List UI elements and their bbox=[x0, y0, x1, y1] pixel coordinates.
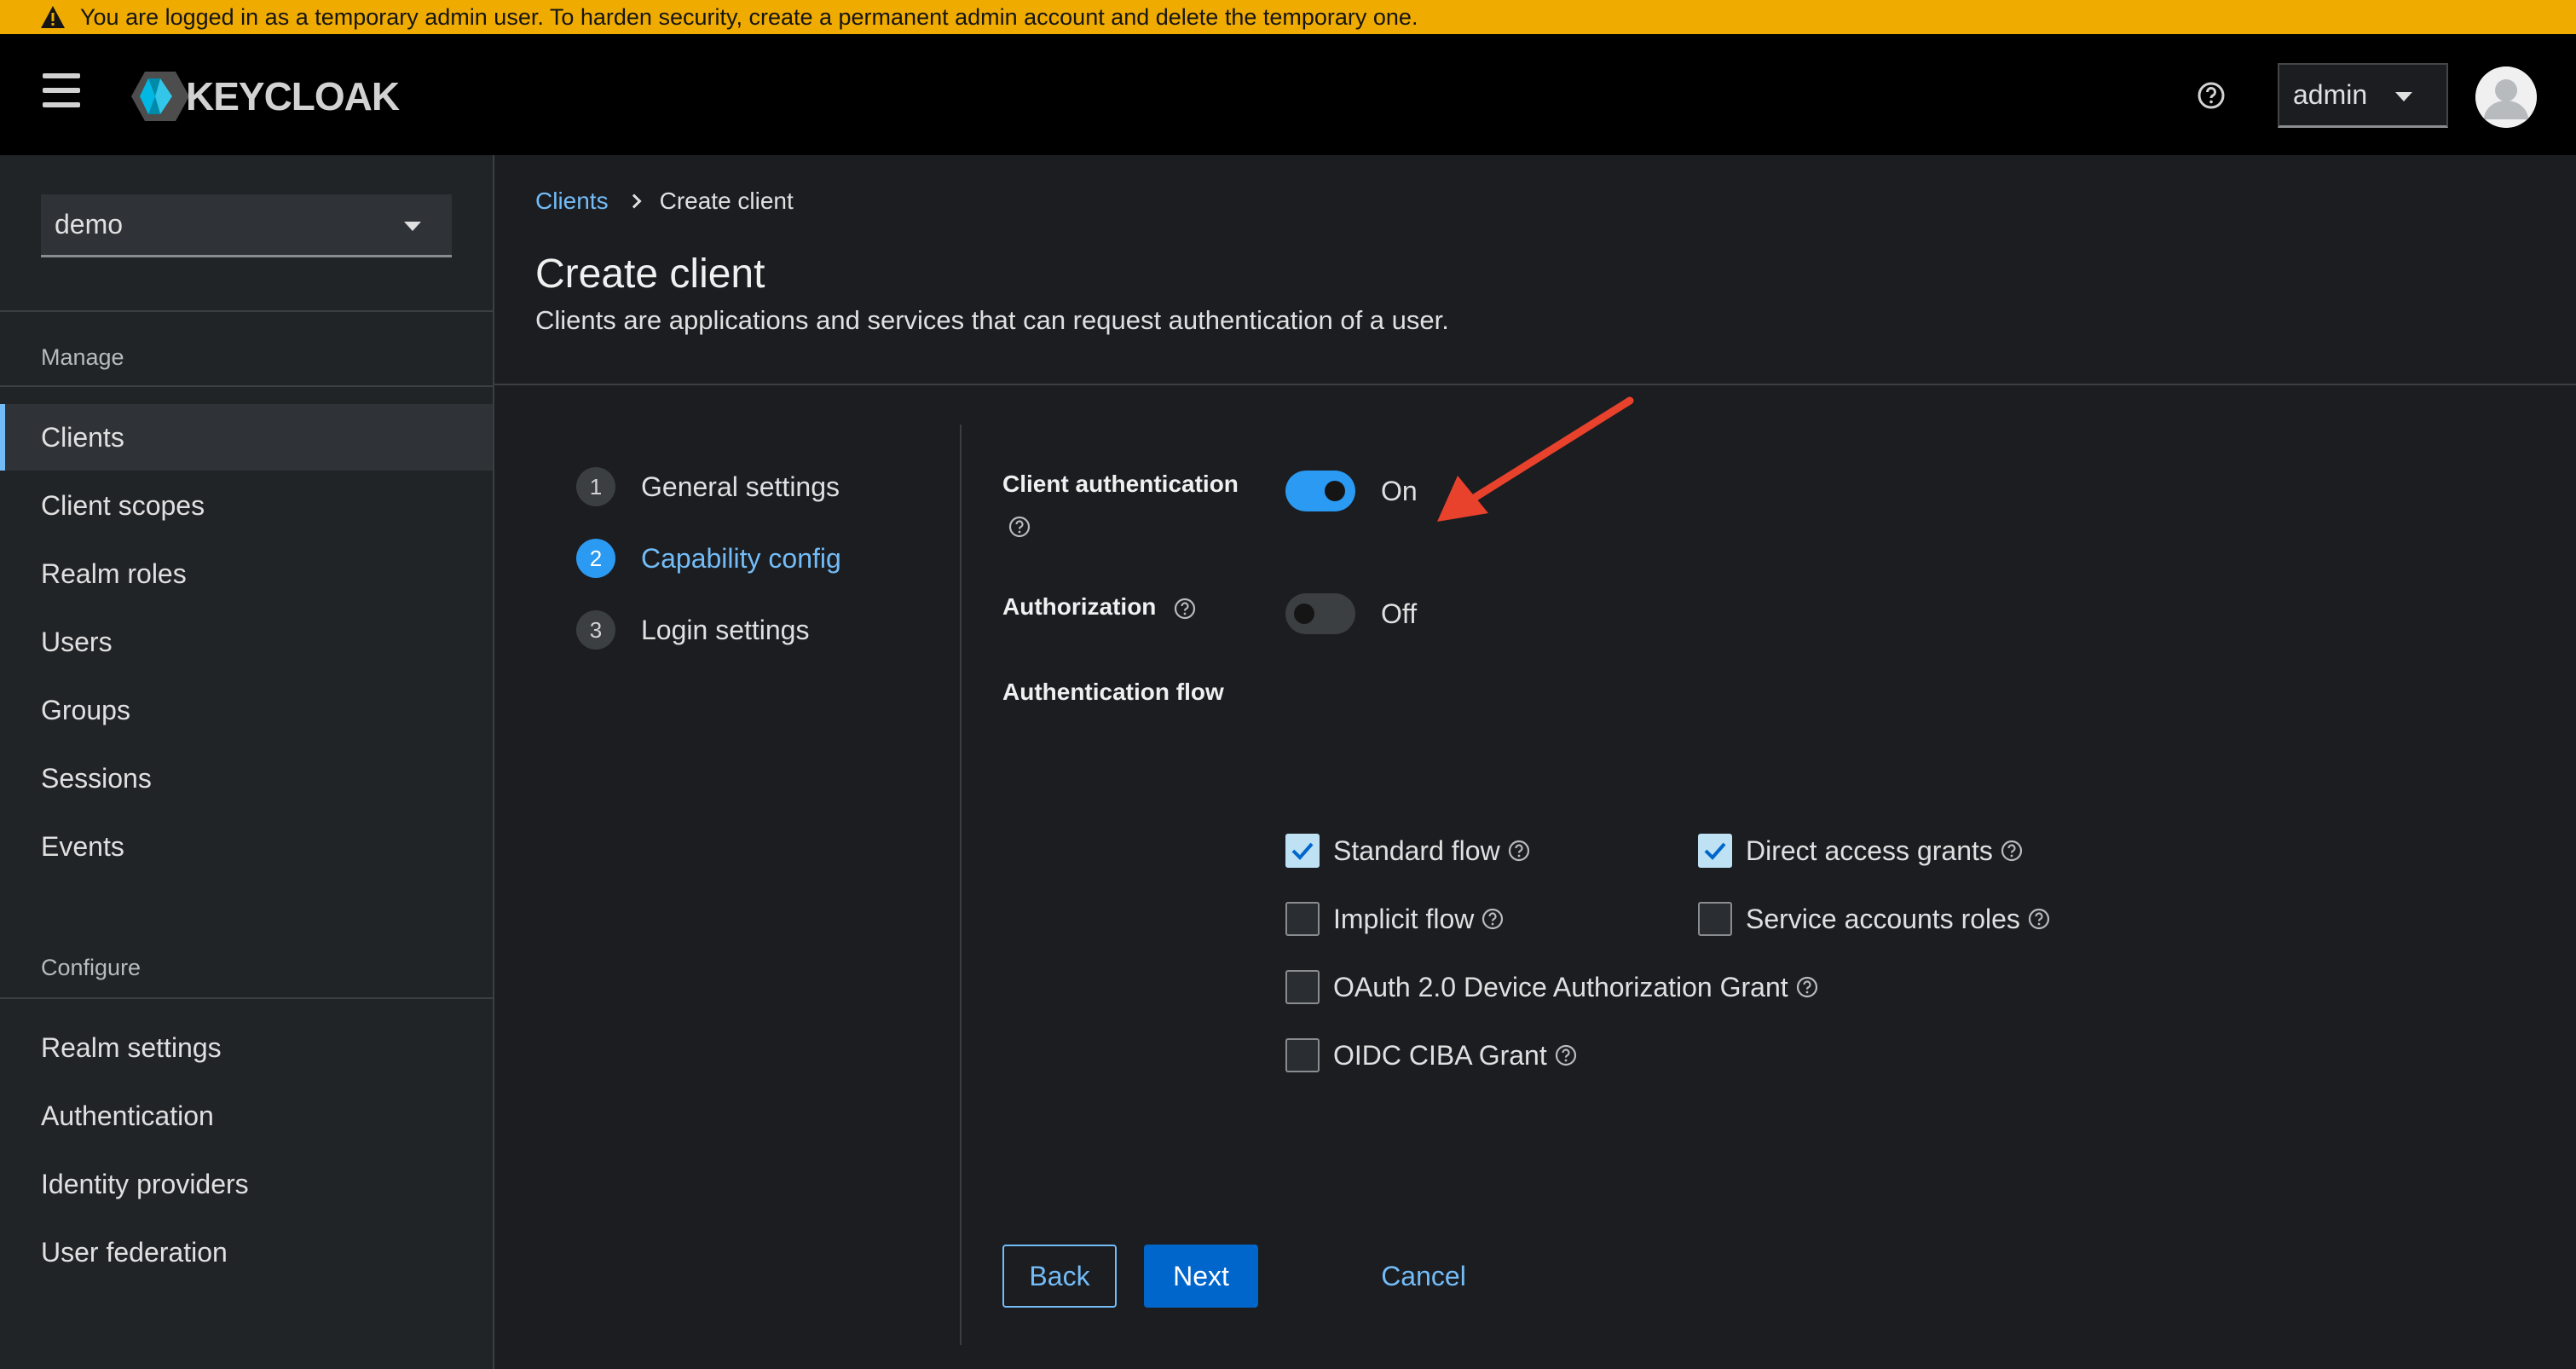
standard-flow-checkbox-row[interactable]: Standard flow bbox=[1285, 834, 1531, 868]
sidebar-item-authentication[interactable]: Authentication bbox=[0, 1083, 493, 1149]
device-authorization-grant-checkbox-row[interactable]: OAuth 2.0 Device Authorization Grant bbox=[1285, 970, 1819, 1004]
wizard-step-general-settings[interactable]: 1 General settings bbox=[576, 465, 951, 508]
manage-section-title: Manage bbox=[41, 344, 124, 370]
sidebar-divider bbox=[0, 385, 493, 387]
client-authentication-switch[interactable] bbox=[1285, 471, 1355, 511]
oidc-ciba-grant-checkbox-row[interactable]: OIDC CIBA Grant bbox=[1285, 1038, 1578, 1072]
page-title: Create client bbox=[535, 251, 765, 297]
help-icon[interactable] bbox=[2000, 839, 2024, 863]
main-content: Clients Create client Create client Clie… bbox=[494, 155, 2576, 1369]
authorization-switch[interactable] bbox=[1285, 593, 1355, 634]
page-divider bbox=[494, 384, 2576, 385]
authorization-state: Off bbox=[1381, 598, 1418, 629]
sidebar: demo Manage Clients Client scopes Realm … bbox=[0, 155, 494, 1369]
page-description: Clients are applications and services th… bbox=[535, 305, 1449, 335]
sidebar-item-identity-providers[interactable]: Identity providers bbox=[0, 1151, 493, 1217]
sidebar-item-clients[interactable]: Clients bbox=[0, 404, 493, 471]
help-icon[interactable] bbox=[2194, 78, 2228, 113]
sidebar-item-sessions[interactable]: Sessions bbox=[0, 745, 493, 812]
sidebar-item-groups[interactable]: Groups bbox=[0, 677, 493, 743]
chevron-down-icon bbox=[404, 222, 421, 231]
help-icon[interactable] bbox=[1507, 839, 1531, 863]
sidebar-item-realm-settings[interactable]: Realm settings bbox=[0, 1014, 493, 1081]
breadcrumb-current: Create client bbox=[659, 188, 794, 214]
help-icon[interactable] bbox=[1554, 1043, 1578, 1067]
oidc-ciba-grant-label: OIDC CIBA Grant bbox=[1333, 1039, 1547, 1071]
switch-knob bbox=[1294, 604, 1314, 624]
step-label: General settings bbox=[641, 471, 840, 502]
authorization-label-text: Authorization bbox=[1002, 593, 1157, 620]
step-number: 1 bbox=[576, 467, 615, 506]
realm-selector[interactable]: demo bbox=[41, 194, 452, 257]
breadcrumb: Clients Create client bbox=[535, 188, 794, 215]
warning-icon bbox=[41, 6, 65, 28]
realm-name: demo bbox=[55, 209, 124, 240]
standard-flow-checkbox[interactable] bbox=[1285, 834, 1320, 868]
sidebar-divider bbox=[0, 310, 493, 312]
service-accounts-roles-label: Service accounts roles bbox=[1746, 903, 2020, 934]
authentication-flow-label: Authentication flow bbox=[1002, 679, 1224, 705]
implicit-flow-checkbox[interactable] bbox=[1285, 902, 1320, 936]
next-button[interactable]: Next bbox=[1144, 1245, 1258, 1308]
sidebar-item-client-scopes[interactable]: Client scopes bbox=[0, 472, 493, 539]
check-icon bbox=[1704, 842, 1726, 860]
help-icon[interactable] bbox=[2027, 907, 2051, 931]
wizard-step-capability-config[interactable]: 2 Capability config bbox=[576, 537, 951, 580]
direct-access-grants-checkbox[interactable] bbox=[1698, 834, 1732, 868]
switch-knob bbox=[1325, 481, 1345, 501]
authorization-label: Authorization bbox=[1002, 593, 1197, 621]
chevron-down-icon bbox=[2395, 92, 2412, 101]
step-label: Login settings bbox=[641, 614, 810, 645]
implicit-flow-checkbox-row[interactable]: Implicit flow bbox=[1285, 902, 1505, 936]
back-button[interactable]: Back bbox=[1002, 1245, 1117, 1308]
wizard-divider bbox=[960, 425, 962, 1345]
check-icon bbox=[1291, 842, 1314, 860]
service-accounts-roles-checkbox-row[interactable]: Service accounts roles bbox=[1698, 902, 2051, 936]
standard-flow-label: Standard flow bbox=[1333, 835, 1500, 866]
service-accounts-roles-checkbox[interactable] bbox=[1698, 902, 1732, 936]
annotation-arrow-icon bbox=[1437, 396, 1634, 522]
client-authentication-state: On bbox=[1381, 476, 1418, 506]
sidebar-item-user-federation[interactable]: User federation bbox=[0, 1219, 493, 1285]
breadcrumb-clients-link[interactable]: Clients bbox=[535, 188, 609, 215]
implicit-flow-label: Implicit flow bbox=[1333, 903, 1475, 934]
avatar-icon bbox=[2475, 66, 2537, 128]
wizard-step-login-settings[interactable]: 3 Login settings bbox=[576, 609, 951, 651]
user-avatar[interactable] bbox=[2475, 66, 2537, 128]
direct-access-grants-checkbox-row[interactable]: Direct access grants bbox=[1698, 834, 2024, 868]
help-icon[interactable] bbox=[1481, 907, 1505, 931]
step-number: 2 bbox=[576, 539, 615, 578]
step-label: Capability config bbox=[641, 542, 841, 574]
temporary-admin-banner: You are logged in as a temporary admin u… bbox=[0, 0, 2576, 34]
oidc-ciba-grant-checkbox[interactable] bbox=[1285, 1038, 1320, 1072]
masthead: KEYCLOAK admin bbox=[0, 34, 2576, 155]
client-authentication-label: Client authentication bbox=[1002, 471, 1239, 497]
chevron-right-icon bbox=[627, 194, 642, 209]
user-name: admin bbox=[2293, 79, 2368, 110]
sidebar-item-users[interactable]: Users bbox=[0, 609, 493, 675]
device-authorization-grant-label: OAuth 2.0 Device Authorization Grant bbox=[1333, 971, 1788, 1002]
sidebar-item-events[interactable]: Events bbox=[0, 813, 493, 880]
cancel-button[interactable]: Cancel bbox=[1364, 1245, 1483, 1308]
device-authorization-grant-checkbox[interactable] bbox=[1285, 970, 1320, 1004]
sidebar-item-realm-roles[interactable]: Realm roles bbox=[0, 540, 493, 607]
logo-text: KEYCLOAK bbox=[186, 74, 400, 118]
help-icon[interactable] bbox=[1173, 597, 1197, 621]
help-icon[interactable] bbox=[1795, 975, 1819, 999]
banner-message: You are logged in as a temporary admin u… bbox=[80, 3, 1418, 30]
keycloak-logo-icon bbox=[131, 72, 189, 121]
configure-section-title: Configure bbox=[41, 955, 142, 980]
direct-access-grants-label: Direct access grants bbox=[1746, 835, 1993, 866]
sidebar-divider bbox=[0, 997, 493, 999]
help-icon[interactable] bbox=[1008, 515, 1031, 539]
keycloak-logo[interactable]: KEYCLOAK bbox=[130, 70, 400, 123]
user-menu-dropdown[interactable]: admin bbox=[2278, 63, 2448, 128]
step-number: 3 bbox=[576, 610, 615, 650]
hamburger-menu-icon[interactable] bbox=[43, 73, 80, 107]
